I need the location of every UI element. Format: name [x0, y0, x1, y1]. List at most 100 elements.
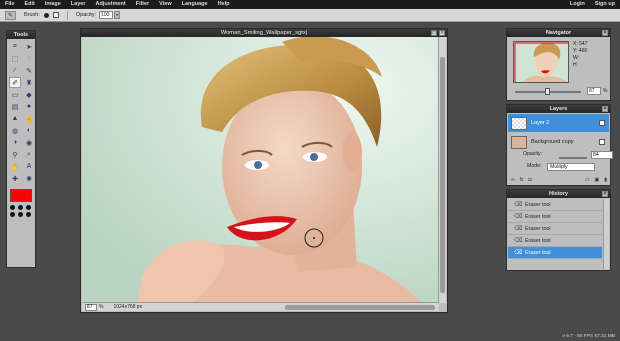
dodge-icon[interactable]: ◐	[23, 125, 35, 136]
history-item[interactable]: ⌫ Eraser tool	[508, 223, 602, 235]
layers-panel: Layers × Layer 2 Background copy Opacity:…	[506, 104, 613, 186]
smudge-icon[interactable]: ☝	[23, 113, 35, 124]
zoom-unit: %	[99, 304, 104, 310]
opacity-input[interactable]: 100	[99, 11, 114, 19]
vertical-scrollbar[interactable]	[438, 37, 446, 303]
picker-icon[interactable]: ⚲	[9, 149, 21, 160]
blend-mode-select[interactable]: Multiply	[547, 163, 595, 171]
swatch-dot[interactable]	[10, 212, 15, 217]
navigator-thumbnail[interactable]	[513, 41, 569, 83]
sponge-icon[interactable]: ◍	[9, 125, 21, 136]
swatch-dot[interactable]	[26, 205, 31, 210]
brush-settings-icon[interactable]	[52, 12, 59, 18]
link-icon[interactable]: ∞	[511, 177, 515, 183]
opacity-slider[interactable]	[559, 157, 587, 159]
text-icon[interactable]: A	[23, 161, 35, 172]
navigator-coordinates: X: 547 Y: 466 W: H:	[573, 41, 588, 68]
close-icon[interactable]: ×	[602, 191, 608, 197]
menu-help[interactable]: Help	[213, 0, 235, 9]
menu-adjustment[interactable]: Adjustment	[90, 0, 130, 9]
layer-name: Background copy	[531, 139, 574, 145]
zoom-icon[interactable]: ⌕	[23, 149, 35, 160]
close-icon[interactable]: ×	[602, 106, 608, 112]
divider	[66, 10, 68, 20]
bloat-icon[interactable]: ✺	[23, 173, 35, 184]
options-bar: ✎ Brush: Opacity: 100 ▾	[0, 9, 620, 22]
mask-icon[interactable]: ◘	[528, 177, 531, 183]
layer-row[interactable]: Layer 2	[508, 114, 609, 132]
history-item[interactable]: ⌫ Eraser tool	[508, 199, 602, 211]
brush-preview[interactable]	[43, 12, 49, 18]
signup-link[interactable]: Sign up	[590, 0, 620, 9]
close-icon[interactable]: ×	[602, 30, 608, 36]
crop-icon[interactable]: ⌗	[9, 41, 21, 52]
wand-icon[interactable]: ⁄	[9, 65, 21, 76]
eraser-icon[interactable]: ▭	[9, 89, 21, 100]
folder-icon[interactable]: ▭	[585, 177, 590, 183]
lasso-icon[interactable]: ◌	[23, 53, 35, 64]
swatch-dot[interactable]	[26, 212, 31, 217]
layer-opacity-input[interactable]: 84	[591, 151, 613, 159]
navigator-zoom-input[interactable]: 87	[587, 87, 601, 95]
layer-thumbnail	[511, 116, 527, 130]
menu-edit[interactable]: Edit	[19, 0, 39, 9]
swatch-dot[interactable]	[18, 212, 23, 217]
opacity-label: Opacity:	[75, 12, 97, 18]
maximize-icon[interactable]: □	[431, 30, 437, 36]
slider-knob[interactable]	[545, 88, 550, 95]
image-canvas[interactable]	[82, 37, 439, 303]
login-link[interactable]: Login	[565, 0, 590, 9]
mode-label: Mode:	[527, 163, 542, 169]
zoom-input[interactable]: 87	[85, 303, 97, 311]
clone-icon[interactable]: ♜	[23, 77, 35, 88]
layer-row[interactable]: Background copy	[508, 133, 609, 151]
gradient-icon[interactable]: ▤	[9, 101, 21, 112]
layers-toolbar: ∞ fx ◘ ▭ ▣ ▮	[511, 176, 607, 184]
menu-language[interactable]: Language	[177, 0, 213, 9]
current-tool-icon[interactable]: ✎	[5, 10, 16, 20]
swatch-dot[interactable]	[10, 205, 15, 210]
pencil-icon[interactable]: ✎	[23, 65, 35, 76]
opacity-spinner[interactable]: ▾	[114, 11, 121, 19]
history-title: History ×	[507, 190, 610, 198]
swatch-dot[interactable]	[18, 205, 23, 210]
menu-image[interactable]: Image	[40, 0, 66, 9]
history-item-selected[interactable]: ⌫ Eraser tool	[508, 247, 602, 259]
burn-icon[interactable]: ◑	[9, 137, 21, 148]
layer-thumbnail	[511, 135, 527, 149]
spot-heal-icon[interactable]: ✚	[9, 173, 21, 184]
foreground-color-swatch[interactable]	[10, 189, 32, 202]
sharpen-icon[interactable]: ▲	[9, 113, 21, 124]
layer-visibility-checkbox[interactable]	[599, 139, 605, 145]
horizontal-scrollbar[interactable]	[285, 304, 435, 310]
hand-icon[interactable]: ✋	[9, 161, 21, 172]
menu-view[interactable]: View	[154, 0, 176, 9]
red-eye-icon[interactable]: ◉	[23, 137, 35, 148]
fx-icon[interactable]: fx	[520, 177, 524, 183]
navigator-zoom-slider[interactable]	[515, 88, 581, 95]
move-icon[interactable]: ➤	[23, 41, 35, 52]
navigator-panel: Navigator × X: 547 Y: 466 W: H: 87 %	[506, 28, 611, 101]
brush-icon[interactable]: ✐	[9, 77, 21, 88]
menu-filter[interactable]: Filter	[131, 0, 154, 9]
eraser-icon: ⌫	[514, 238, 523, 244]
scroll-thumb[interactable]	[440, 57, 445, 293]
history-scrollbar[interactable]	[603, 199, 609, 269]
swatch-shortcuts[interactable]	[10, 205, 35, 217]
document-status-bar: 87 % 1024x768 px	[82, 302, 439, 311]
history-item[interactable]: ⌫ Eraser tool	[508, 211, 602, 223]
eraser-icon: ⌫	[514, 202, 523, 208]
eraser-icon: ⌫	[514, 250, 523, 256]
marquee-icon[interactable]: ⬚	[9, 53, 21, 64]
history-item[interactable]: ⌫ Eraser tool	[508, 235, 602, 247]
menu-layer[interactable]: Layer	[66, 0, 91, 9]
menu-file[interactable]: File	[0, 0, 19, 9]
layer-name: Layer 2	[531, 120, 550, 126]
blur-icon[interactable]: ●	[23, 101, 35, 112]
version-status: v 6.7 - 80 FPS 67.31 MB	[562, 334, 615, 339]
new-layer-icon[interactable]: ▣	[595, 177, 600, 183]
bucket-icon[interactable]: ◆	[23, 89, 35, 100]
delete-layer-icon[interactable]: ▮	[604, 177, 607, 183]
layer-visibility-checkbox[interactable]	[599, 120, 605, 126]
close-icon[interactable]: ×	[439, 30, 445, 36]
